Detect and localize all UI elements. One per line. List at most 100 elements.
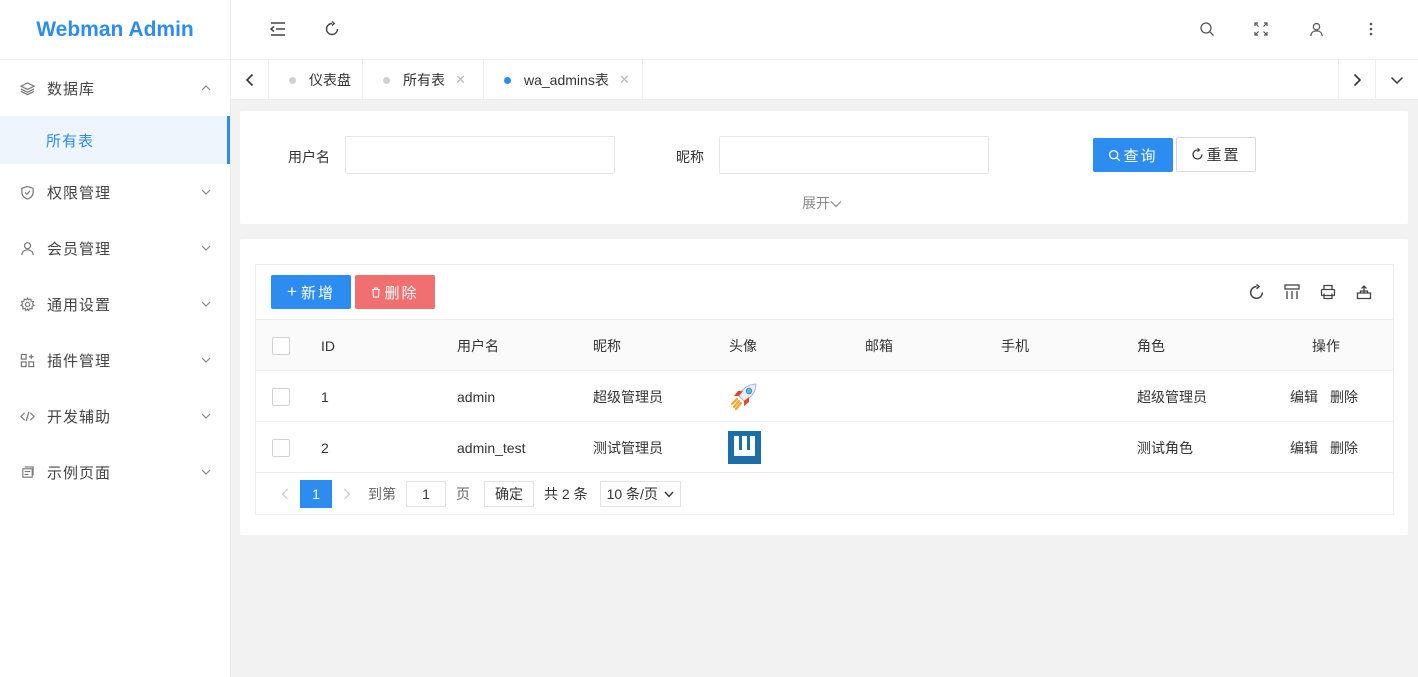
tab-dashboard[interactable]: 仪表盘	[269, 60, 363, 100]
data-table: + 新增 删除 ID 用户名 昵称 头像 邮箱 手机 角色 操作 1 admin…	[255, 264, 1394, 515]
sidebar-item-examples[interactable]: 示例页面	[0, 444, 230, 500]
edit-link[interactable]: 编辑	[1290, 438, 1318, 458]
pagination: 1 到第 页 确定 共 2 条 10 条/页	[256, 473, 1393, 515]
sidebar-item-all-tables[interactable]: 所有表	[0, 116, 230, 164]
cell-id: 2	[321, 439, 329, 456]
tab-status-dot	[289, 76, 296, 84]
nickname-input[interactable]	[719, 136, 989, 174]
code-icon	[19, 408, 35, 424]
row-checkbox[interactable]	[272, 438, 290, 457]
edit-link[interactable]: 编辑	[1290, 387, 1318, 407]
search-icon	[1109, 149, 1121, 161]
add-button[interactable]: + 新增	[271, 275, 351, 309]
column-header[interactable]: 手机	[1001, 320, 1029, 371]
page-size-value: 10 条/页	[606, 486, 658, 502]
tab-scroll-left-icon[interactable]	[231, 60, 269, 100]
total-count: 共 2 条	[544, 486, 588, 502]
refresh-icon[interactable]	[321, 18, 343, 40]
delete-link[interactable]: 删除	[1330, 438, 1358, 458]
select-all-checkbox[interactable]	[272, 336, 290, 355]
nickname-label: 昵称	[676, 149, 704, 165]
w-logo-avatar[interactable]	[728, 431, 761, 464]
tab-status-dot	[504, 76, 511, 84]
column-header[interactable]: ID	[321, 320, 335, 371]
tab-wa-admins[interactable]: wa_admins表 ✕	[484, 60, 643, 100]
goto-prefix: 到第	[368, 486, 396, 502]
reset-button-label: 重置	[1206, 147, 1241, 164]
app-logo[interactable]: Webman Admin	[0, 0, 230, 60]
tab-all-tables[interactable]: 所有表 ✕	[363, 60, 484, 100]
goto-page-input[interactable]	[406, 481, 446, 507]
refresh-icon	[1192, 148, 1204, 160]
chevron-down-icon	[201, 357, 211, 363]
user-icon[interactable]	[1305, 18, 1327, 40]
chevron-down-icon	[201, 245, 211, 251]
page-number-current[interactable]: 1	[300, 480, 332, 508]
tab-menu-chevron-down-icon[interactable]	[1378, 60, 1416, 100]
sidebar-item-plugins[interactable]: 插件管理	[0, 332, 230, 388]
delete-link[interactable]: 删除	[1330, 387, 1358, 407]
table-row[interactable]: 2 admin_test 测试管理员 测试角色 编辑 删除	[256, 422, 1393, 473]
gear-icon	[19, 296, 35, 312]
table-toolbar: + 新增 删除	[256, 265, 1393, 320]
page-size-select[interactable]: 10 条/页	[599, 481, 681, 507]
delete-button[interactable]: 删除	[355, 275, 435, 309]
menu-fold-icon[interactable]	[267, 18, 289, 40]
chevron-down-icon	[201, 189, 211, 195]
sidebar: Webman Admin 数据库 所有表 权限管理 会员管理 通用设置 插件管理…	[0, 0, 231, 677]
chevron-down-icon	[201, 469, 211, 475]
rocket-avatar[interactable]	[728, 380, 761, 413]
goto-confirm-button[interactable]: 确定	[484, 481, 534, 507]
cell-role: 测试角色	[1137, 439, 1193, 456]
sidebar-item-settings[interactable]: 通用设置	[0, 276, 230, 332]
print-icon[interactable]	[1318, 282, 1338, 302]
sidebar-item-label: 示例页面	[47, 464, 112, 482]
column-header[interactable]: 昵称	[593, 320, 621, 371]
sidebar-item-label: 开发辅助	[47, 408, 112, 426]
plus-icon: +	[287, 282, 299, 301]
sidebar-item-label: 数据库	[47, 80, 96, 98]
column-header[interactable]: 角色	[1137, 320, 1165, 371]
tab-scroll-right-icon[interactable]	[1338, 60, 1376, 100]
export-icon[interactable]	[1354, 282, 1374, 302]
column-header[interactable]: 头像	[729, 320, 757, 371]
reset-button[interactable]: 重置	[1176, 137, 1256, 172]
next-page-icon[interactable]	[332, 488, 362, 500]
tab-label: wa_admins表	[524, 72, 609, 88]
table-row[interactable]: 1 admin 超级管理员 超级管理员 编辑 删除	[256, 371, 1393, 422]
chevron-down-icon	[201, 413, 211, 419]
query-button[interactable]: 查询	[1093, 138, 1173, 172]
expand-toggle[interactable]: 展开	[802, 193, 842, 213]
sidebar-item-permissions[interactable]: 权限管理	[0, 164, 230, 220]
chevron-down-icon	[664, 491, 674, 498]
top-header	[231, 0, 1418, 60]
table-panel: + 新增 删除 ID 用户名 昵称 头像 邮箱 手机 角色 操作 1 admin…	[240, 239, 1408, 535]
sidebar-item-database[interactable]: 数据库	[0, 60, 230, 116]
sidebar-item-members[interactable]: 会员管理	[0, 220, 230, 276]
apps-icon	[19, 352, 35, 368]
table-header: ID 用户名 昵称 头像 邮箱 手机 角色 操作	[256, 320, 1393, 371]
add-button-label: 新增	[300, 284, 335, 302]
sidebar-item-label: 所有表	[46, 132, 95, 150]
column-header[interactable]: 邮箱	[865, 320, 893, 371]
fullscreen-icon[interactable]	[1250, 18, 1272, 40]
delete-button-label: 删除	[384, 284, 419, 302]
search-icon[interactable]	[1196, 18, 1218, 40]
sidebar-item-label: 插件管理	[47, 352, 112, 370]
close-icon[interactable]: ✕	[455, 72, 466, 88]
prev-page-icon[interactable]	[270, 488, 300, 500]
column-header[interactable]: 操作	[1312, 320, 1340, 371]
columns-icon[interactable]	[1282, 282, 1302, 302]
refresh-table-icon[interactable]	[1246, 282, 1266, 302]
row-checkbox[interactable]	[272, 387, 290, 406]
sidebar-item-dev-tools[interactable]: 开发辅助	[0, 388, 230, 444]
cell-role: 超级管理员	[1137, 388, 1207, 405]
more-vertical-icon[interactable]	[1360, 18, 1382, 40]
column-header[interactable]: 用户名	[457, 320, 499, 371]
cell-nickname: 测试管理员	[593, 439, 663, 456]
username-input[interactable]	[345, 136, 615, 174]
chevron-up-icon	[201, 85, 211, 91]
chevron-down-icon	[201, 301, 211, 307]
tab-label: 所有表	[403, 72, 445, 88]
close-icon[interactable]: ✕	[619, 72, 630, 88]
